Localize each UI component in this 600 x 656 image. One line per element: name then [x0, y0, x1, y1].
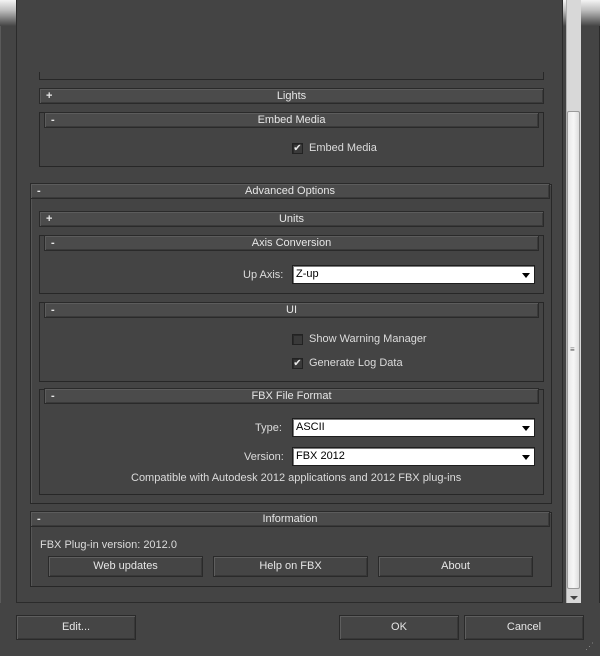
generate-log-checkbox[interactable]: ✔ — [292, 358, 303, 369]
rollout-title: Units — [278, 213, 305, 225]
rollout-title: UI — [286, 304, 297, 316]
embed-media-checkbox[interactable]: ✔ — [292, 143, 303, 154]
rollout-title: Embed Media — [257, 114, 326, 126]
rollout-axis-conversion[interactable]: - Axis Conversion — [44, 235, 539, 251]
rollout-title: FBX File Format — [251, 390, 332, 402]
previous-rollout-bottom — [39, 72, 544, 80]
rollout-title: Lights — [276, 90, 307, 102]
version-label: Version: — [244, 451, 284, 463]
type-label: Type: — [255, 422, 282, 434]
dropdown-arrow-icon — [522, 455, 530, 460]
dropdown-arrow-icon — [522, 273, 530, 278]
rollout-ui[interactable]: - UI — [44, 302, 539, 318]
rollout-information[interactable]: - Information — [30, 511, 550, 527]
show-warning-checkbox[interactable] — [292, 334, 303, 345]
help-on-fbx-button[interactable]: Help on FBX — [213, 556, 368, 577]
rollout-embed-media[interactable]: - Embed Media — [44, 112, 539, 128]
embed-media-label: Embed Media — [309, 142, 377, 154]
plugin-version-text: FBX Plug-in version: 2012.0 — [40, 539, 177, 551]
grip-icon: ≡ — [570, 345, 575, 354]
scroll-down-arrow-icon[interactable] — [570, 596, 578, 600]
type-dropdown[interactable]: ASCII — [292, 418, 535, 437]
up-axis-label: Up Axis: — [243, 269, 284, 281]
rollout-advanced-options[interactable]: - Advanced Options — [30, 183, 550, 199]
cancel-button[interactable]: Cancel — [464, 615, 584, 640]
rollout-units[interactable]: + Units — [39, 211, 544, 227]
generate-log-label: Generate Log Data — [309, 357, 403, 369]
up-axis-dropdown[interactable]: Z-up — [292, 265, 535, 284]
compatibility-text: Compatible with Autodesk 2012 applicatio… — [131, 472, 462, 484]
web-updates-button[interactable]: Web updates — [48, 556, 203, 577]
rollout-title: Information — [262, 513, 318, 525]
up-axis-value: Z-up — [296, 268, 319, 280]
type-value: ASCII — [296, 421, 325, 433]
ok-button[interactable]: OK — [339, 615, 459, 640]
dropdown-arrow-icon — [522, 426, 530, 431]
about-button[interactable]: About — [378, 556, 533, 577]
version-value: FBX 2012 — [296, 450, 345, 462]
resize-grip-icon[interactable]: ⋰ — [585, 640, 597, 652]
rollout-title: Advanced Options — [245, 185, 335, 197]
rollout-title: Axis Conversion — [251, 237, 332, 249]
rollout-fbx-file-format[interactable]: - FBX File Format — [44, 388, 539, 404]
show-warning-label: Show Warning Manager — [309, 333, 427, 345]
version-dropdown[interactable]: FBX 2012 — [292, 447, 535, 466]
edit-button[interactable]: Edit... — [16, 615, 136, 640]
rollout-lights[interactable]: + Lights — [39, 88, 544, 104]
